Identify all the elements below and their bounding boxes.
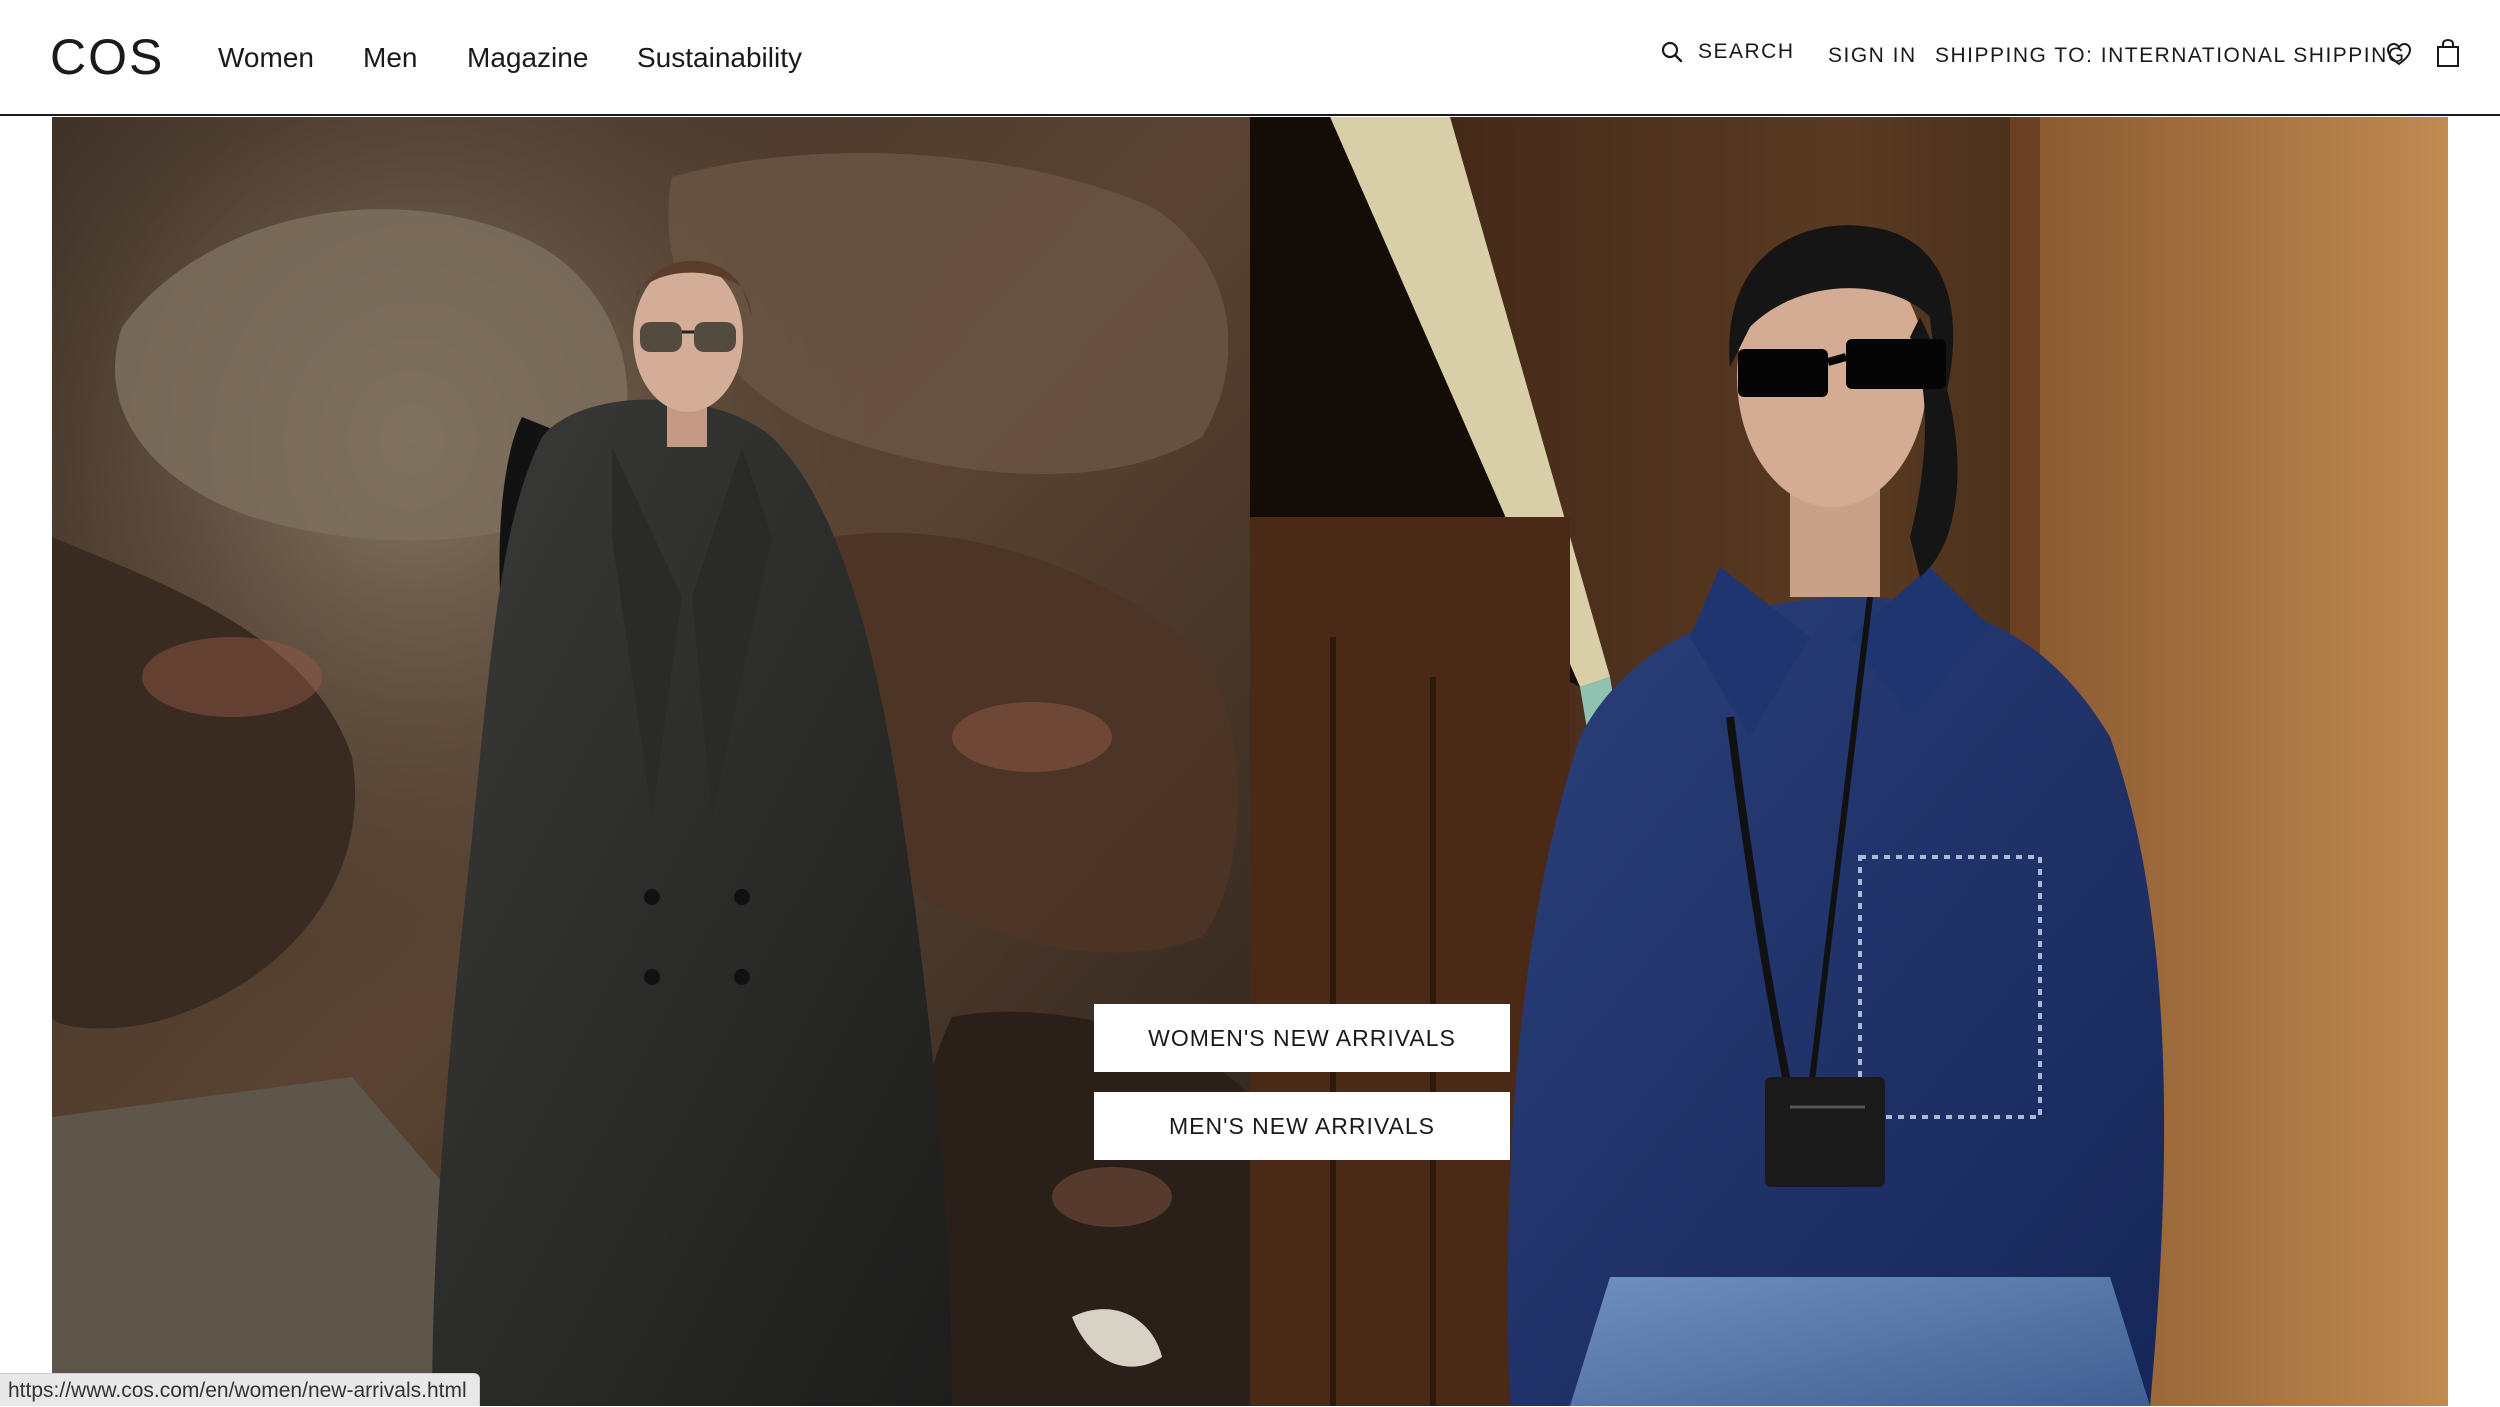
nav-men[interactable]: Men	[363, 42, 417, 74]
mens-new-arrivals-button[interactable]: MEN'S NEW ARRIVALS	[1094, 1092, 1510, 1160]
search-icon	[1661, 41, 1683, 63]
search-button[interactable]: SEARCH	[1660, 40, 1795, 64]
womens-new-arrivals-button[interactable]: WOMEN'S NEW ARRIVALS	[1094, 1004, 1510, 1072]
sign-in-link[interactable]: SIGN IN	[1828, 44, 1917, 68]
site-header: COS Women Men Magazine Sustainability SE…	[0, 0, 2500, 116]
shipping-selector[interactable]: SHIPPING TO: INTERNATIONAL SHIPPING	[1935, 44, 2406, 68]
men-hero-image[interactable]	[1250, 117, 2448, 1406]
heart-icon[interactable]	[2385, 40, 2413, 68]
status-bar-url: https://www.cos.com/en/women/new-arrival…	[0, 1373, 480, 1406]
nav-magazine[interactable]: Magazine	[467, 42, 588, 74]
cos-logo[interactable]: COS	[50, 28, 164, 86]
women-hero-image[interactable]	[52, 117, 1250, 1406]
nav-sustainability[interactable]: Sustainability	[637, 42, 802, 74]
nav-women[interactable]: Women	[218, 42, 314, 74]
shopping-bag-icon[interactable]	[2435, 38, 2461, 68]
hero-banner: WOMEN'S NEW ARRIVALS MEN'S NEW ARRIVALS	[52, 117, 2448, 1406]
search-label: SEARCH	[1698, 40, 1795, 63]
